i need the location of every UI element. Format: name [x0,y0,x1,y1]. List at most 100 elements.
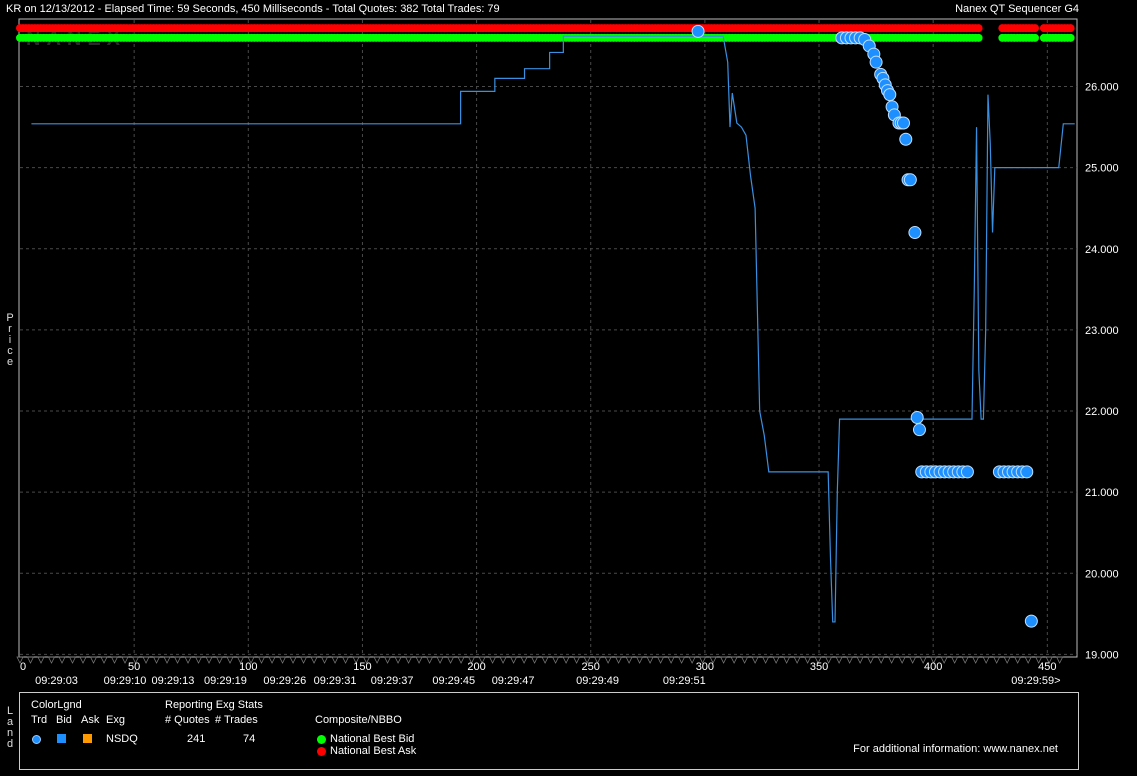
time-label: 09:29:37 [371,675,414,687]
x-tick-mark [667,656,675,664]
trade-point [899,132,913,146]
bid-marker [1066,33,1075,42]
x-tick-mark [950,656,959,664]
x-tick-mark [436,656,444,664]
x-tick-mark [877,656,885,664]
legend-col-bid: Bid [56,714,72,726]
x-tick-mark [772,656,780,664]
x-tick-mark [37,656,45,664]
trade-point [910,411,924,424]
national-best-ask-label: National Best Ask [330,745,417,757]
x-tick-mark [163,656,171,664]
x-tick-mark [898,656,906,664]
footer-info: For additional information: www.nanex.ne… [853,743,1058,755]
exchange-name: NSDQ [106,733,138,745]
x-tick-mark [226,656,234,664]
x-tick-mark [499,656,507,664]
x-tick-label: 350 [810,661,828,673]
x-tick-mark [257,656,266,664]
x-tick-mark [856,656,864,664]
stats-col-trades: # Trades [215,714,258,726]
trade-legend-icon [32,735,41,744]
x-tick-mark [152,656,161,664]
x-tick-mark [761,656,770,664]
time-label: 09:29:03 [35,675,78,687]
y-tick-label: 19.000 [1085,649,1119,661]
time-label: 09:29:45 [432,675,475,687]
stats-col-quotes: # Quotes [165,714,210,726]
trade-point [912,423,926,437]
x-tick-mark [572,656,581,664]
x-tick-mark [551,656,560,664]
price-chart: NANEX 050100150200250300350400450 09:29:… [16,18,1119,687]
x-tick-mark [26,656,35,664]
stats-quotes-value: 241 [187,733,206,745]
stats-title: Reporting Exg Stats [165,699,263,711]
x-tick-mark [488,656,497,664]
time-labels: 09:29:03 09:29:10 09:29:13 09:29:19 09:29:26… [35,675,1060,687]
bid-marker [1030,33,1039,42]
x-tick-mark [730,656,738,664]
x-tick-mark [835,656,843,664]
x-tick-mark [1024,656,1032,664]
legend-col-ask: Ask [81,714,100,726]
trade-point [883,88,897,102]
x-tick-mark [782,656,791,664]
time-label: 09:29:10 [104,675,147,687]
x-tick-mark [310,656,318,664]
x-tick-mark [982,656,990,664]
x-tick-label: 400 [924,661,942,673]
y-tick-labels: 19.000 20.000 21.000 22.000 23.000 24.000 25.0… [1085,82,1119,662]
x-tick-mark [520,656,528,664]
x-tick-mark [1013,656,1022,664]
x-tick-label: 0 [20,661,26,673]
x-tick-mark [656,656,665,664]
trade-point [908,226,922,240]
x-tick-mark [110,656,119,664]
x-tick-mark [635,656,644,664]
x-tick-mark [47,656,56,664]
x-tick-mark [971,656,980,664]
x-tick-mark [887,656,896,664]
stats-trades-value: 74 [243,733,256,745]
x-tick-mark [404,656,413,664]
x-tick-label: 200 [467,661,485,673]
x-tick-mark [751,656,759,664]
color-legend-title: ColorLgnd [31,699,82,711]
national-best-bid-label: National Best Bid [330,733,415,745]
x-tick-mark [173,656,182,664]
x-tick-mark [299,656,308,664]
time-label: 09:29:59> [1011,675,1060,687]
time-label: 09:29:49 [576,675,619,687]
x-tick-mark [215,656,224,664]
x-tick-mark [205,656,213,664]
x-tick-mark [740,656,749,664]
x-tick-mark [341,656,350,664]
national-best-bid-icon [317,735,326,744]
plot-area [18,18,1078,658]
x-tick-mark [289,656,297,664]
x-tick-mark [845,656,854,664]
y-tick-label: 22.000 [1085,406,1119,418]
x-tick-mark [142,656,150,664]
x-tick-mark [373,656,381,664]
tick-marks [16,656,1064,664]
x-tick-label: 50 [128,661,140,673]
y-tick-label: 25.000 [1085,163,1119,175]
time-label: 09:29:31 [314,675,357,687]
x-tick-mark [184,656,192,664]
x-tick-mark [415,656,423,664]
y-tick-label: 24.000 [1085,244,1119,256]
legend-panel: ColorLgnd Trd Bid Ask Exg NSDQ Reporting… [19,692,1079,770]
x-tick-mark [604,656,612,664]
legend-col-exg: Exg [106,714,125,726]
x-tick-mark [793,656,801,664]
bid-marker [974,33,983,42]
x-tick-mark [194,656,203,664]
x-tick-label: 300 [696,661,714,673]
ask-marker [974,24,983,33]
x-tick-mark [268,656,276,664]
x-tick-mark [541,656,549,664]
x-tick-mark [394,656,402,664]
x-tick-mark [79,656,87,664]
